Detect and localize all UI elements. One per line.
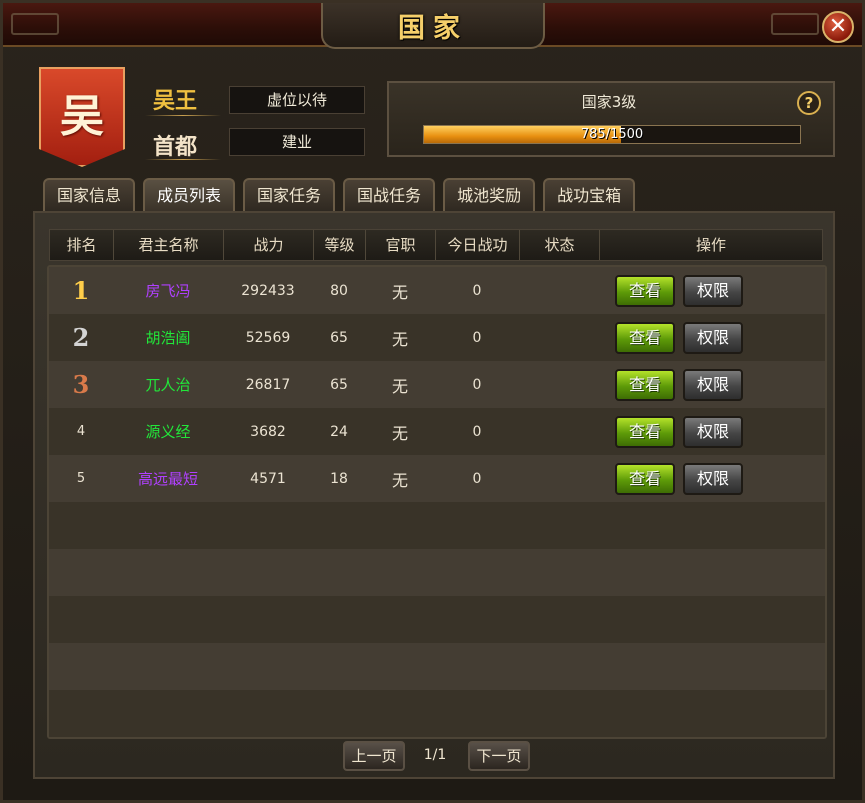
next-page-button[interactable]: 下一页: [468, 741, 530, 771]
table-row: [49, 690, 825, 737]
divider: [145, 159, 221, 160]
country-window: 国家 ✕ 吴 吴王 虚位以待 首都 建业 国家3级 ? 785/1500 国家信…: [0, 0, 865, 803]
view-button[interactable]: 查看: [615, 321, 675, 354]
row-actions: 查看 权限: [599, 274, 821, 307]
today-merit-cell: 0: [472, 376, 482, 393]
member-list-panel: 排名 君主名称 战力 等级 官职 今日战功 状态 操作 1 房飞冯 292433 80 无 0 查看 权限 2…: [33, 211, 835, 779]
pagination: 上一页 1/1 下一页: [343, 741, 533, 773]
experience-progress-text: 785/1500: [580, 127, 644, 142]
official-post-cell: 无: [391, 470, 408, 490]
table-row: [49, 549, 825, 596]
row-actions: 查看 权限: [599, 415, 821, 448]
view-button[interactable]: 查看: [615, 274, 675, 307]
view-button[interactable]: 查看: [615, 368, 675, 401]
divider: [145, 115, 221, 116]
lord-name-cell: 源义经: [145, 423, 191, 441]
permission-button[interactable]: 权限: [683, 462, 743, 495]
header-rank: 排名: [50, 230, 114, 260]
tab-country-tasks[interactable]: 国家任务: [243, 178, 336, 212]
table-row: [49, 502, 825, 549]
row-actions: 查看 权限: [599, 462, 821, 495]
permission-button[interactable]: 权限: [683, 415, 743, 448]
rank-cell: 5: [76, 471, 86, 486]
power-cell: 4571: [250, 470, 286, 487]
lord-name-cell: 房飞冯: [145, 282, 191, 300]
level-cell: 24: [330, 423, 348, 440]
header-official-post: 官职: [366, 230, 436, 260]
capital-label: 首都: [153, 135, 198, 160]
prev-page-button[interactable]: 上一页: [343, 741, 405, 771]
view-button[interactable]: 查看: [615, 462, 675, 495]
lord-name-cell: 兀人治: [145, 376, 191, 394]
header-lord-name: 君主名称: [114, 230, 224, 260]
lord-name-cell: 胡浩阖: [145, 329, 191, 347]
today-merit-cell: 0: [472, 329, 482, 346]
rank-cell: 2: [72, 323, 90, 352]
header-today-merit: 今日战功: [436, 230, 520, 260]
experience-progress-bar: 785/1500: [423, 125, 801, 144]
permission-button[interactable]: 权限: [683, 321, 743, 354]
today-merit-cell: 0: [472, 282, 482, 299]
level-cell: 65: [330, 376, 348, 393]
table-row: [49, 596, 825, 643]
help-icon[interactable]: ?: [797, 91, 821, 115]
member-table-body: 1 房飞冯 292433 80 无 0 查看 权限 2 胡浩阖 52569 65 无 0 查看 权限 3 兀人治 2…: [47, 265, 827, 739]
power-cell: 26817: [245, 376, 291, 393]
title-bar: 国家 ✕: [3, 3, 862, 49]
tab-city-rewards[interactable]: 城池奖励: [443, 178, 536, 212]
page-indicator: 1/1: [423, 747, 447, 763]
window-title: 国家: [398, 12, 468, 44]
tab-member-list[interactable]: 成员列表: [143, 178, 236, 212]
header-power: 战力: [224, 230, 314, 260]
level-cell: 80: [330, 282, 348, 299]
header-status: 状态: [520, 230, 600, 260]
king-label: 吴王: [153, 89, 198, 114]
permission-button[interactable]: 权限: [683, 368, 743, 401]
official-post-cell: 无: [391, 282, 408, 302]
level-cell: 18: [330, 470, 348, 487]
view-button[interactable]: 查看: [615, 415, 675, 448]
country-level-box: 国家3级 ? 785/1500: [387, 81, 835, 157]
permission-button[interactable]: 权限: [683, 274, 743, 307]
table-row[interactable]: 4 源义经 3682 24 无 0 查看 权限: [49, 408, 825, 455]
today-merit-cell: 0: [472, 423, 482, 440]
close-button[interactable]: ✕: [822, 11, 854, 43]
table-row: [49, 643, 825, 690]
power-cell: 52569: [245, 329, 291, 346]
tab-bar: 国家信息 成员列表 国家任务 国战任务 城池奖励 战功宝箱: [43, 178, 643, 214]
emblem-character: 吴: [60, 91, 104, 142]
capital-value: 建业: [229, 128, 365, 156]
level-cell: 65: [330, 329, 348, 346]
corner-ornament-left: [11, 13, 59, 35]
king-value: 虚位以待: [229, 86, 365, 114]
official-post-cell: 无: [391, 376, 408, 396]
rank-cell: 1: [72, 276, 90, 305]
table-row[interactable]: 3 兀人治 26817 65 无 0 查看 权限: [49, 361, 825, 408]
power-cell: 292433: [241, 282, 295, 299]
tab-merit-chest[interactable]: 战功宝箱: [543, 178, 636, 212]
table-row[interactable]: 1 房飞冯 292433 80 无 0 查看 权限: [49, 267, 825, 314]
tab-country-info[interactable]: 国家信息: [43, 178, 136, 212]
header-actions: 操作: [695, 236, 726, 254]
rank-cell: 4: [76, 424, 86, 439]
tab-war-tasks[interactable]: 国战任务: [343, 178, 436, 212]
today-merit-cell: 0: [472, 470, 482, 487]
kingdom-emblem: 吴: [39, 67, 125, 167]
header-level: 等级: [314, 230, 366, 260]
row-actions: 查看 权限: [599, 321, 821, 354]
title-plate: 国家: [321, 3, 545, 49]
corner-ornament-right: [771, 13, 819, 35]
row-actions: 查看 权限: [599, 368, 821, 401]
official-post-cell: 无: [391, 329, 408, 349]
lord-name-cell: 高远最短: [137, 470, 198, 488]
country-level-text: 国家3级: [581, 93, 637, 111]
official-post-cell: 无: [391, 423, 408, 443]
rank-cell: 3: [72, 370, 90, 399]
table-row[interactable]: 2 胡浩阖 52569 65 无 0 查看 权限: [49, 314, 825, 361]
table-header: 排名 君主名称 战力 等级 官职 今日战功 状态 操作: [49, 229, 823, 261]
power-cell: 3682: [250, 423, 286, 440]
table-row[interactable]: 5 高远最短 4571 18 无 0 查看 权限: [49, 455, 825, 502]
